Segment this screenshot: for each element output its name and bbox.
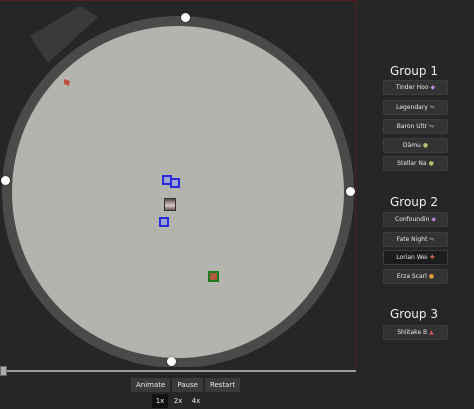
arrows-icon: ⇋ <box>429 104 435 111</box>
speed-4x-button[interactable]: 4x <box>188 394 204 408</box>
group-title: Group 2 <box>390 195 438 209</box>
player-button[interactable]: Tinder Hoo ◆ <box>383 80 448 95</box>
arrows-icon: ⇋ <box>429 123 435 130</box>
player-name: Erza Scarl <box>396 273 427 280</box>
purple-gem-icon: ◆ <box>431 216 436 223</box>
arena-floor <box>12 26 344 358</box>
player-name: Legendary <box>396 104 428 111</box>
boss-portrait-icon[interactable] <box>164 198 176 211</box>
speed-selector: 1x 2x 4x <box>152 394 204 408</box>
player-token-icon[interactable] <box>208 271 219 282</box>
waymark-north <box>181 13 190 22</box>
player-button[interactable]: Baron Ultr ⇋ <box>383 119 448 134</box>
speed-1x-button[interactable]: 1x <box>152 394 168 408</box>
pause-button[interactable]: Pause <box>172 378 203 392</box>
player-button[interactable]: Dāmu ● <box>383 138 448 153</box>
restart-button[interactable]: Restart <box>204 378 241 392</box>
player-name: Confoundin <box>395 216 430 223</box>
player-token-icon[interactable] <box>159 217 169 227</box>
timeline-track <box>0 370 356 372</box>
player-button[interactable]: Confoundin ◆ <box>383 212 448 227</box>
waymark-west <box>1 176 10 185</box>
boot-icon: ▲ <box>429 329 434 336</box>
waymark-south <box>167 357 176 366</box>
group-title: Group 3 <box>390 307 438 321</box>
player-button[interactable]: Erza Scarl ● <box>383 269 448 284</box>
purple-gem-icon: ◆ <box>430 84 436 91</box>
player-name: Tinder Hoo <box>395 84 429 91</box>
player-name: Stellar Na <box>397 160 427 167</box>
arrows-icon: ⇋ <box>429 236 435 243</box>
player-name: Shiitake B <box>397 329 428 336</box>
playback-controls: Animate Pause Restart <box>131 378 241 392</box>
timeline-thumb[interactable] <box>0 366 7 376</box>
arena-view <box>0 0 356 367</box>
leaf-icon: ● <box>422 142 429 149</box>
player-name: Baron Ultr <box>396 123 428 130</box>
player-name: Lorian Wei <box>396 254 428 261</box>
speed-2x-button[interactable]: 2x <box>170 394 186 408</box>
waymark-east <box>346 187 355 196</box>
player-button[interactable]: Shiitake B ▲ <box>383 325 448 340</box>
animate-button[interactable]: Animate <box>131 378 171 392</box>
player-button[interactable]: Fate Night ⇋ <box>383 232 448 247</box>
player-name: Fate Night <box>396 236 428 243</box>
player-button[interactable]: Legendary ⇋ <box>383 100 448 115</box>
leaf-icon: ● <box>428 160 434 167</box>
timeline-slider[interactable] <box>0 366 356 376</box>
shield-icon: ● <box>428 273 435 280</box>
player-button[interactable]: Stellar Na ● <box>383 156 448 171</box>
player-name: Dāmu <box>402 142 421 149</box>
player-button[interactable]: Lorian Wei ✚ <box>383 250 448 265</box>
player-token-icon[interactable] <box>170 178 180 188</box>
group-title: Group 1 <box>390 64 438 78</box>
cross-icon: ✚ <box>429 254 435 261</box>
